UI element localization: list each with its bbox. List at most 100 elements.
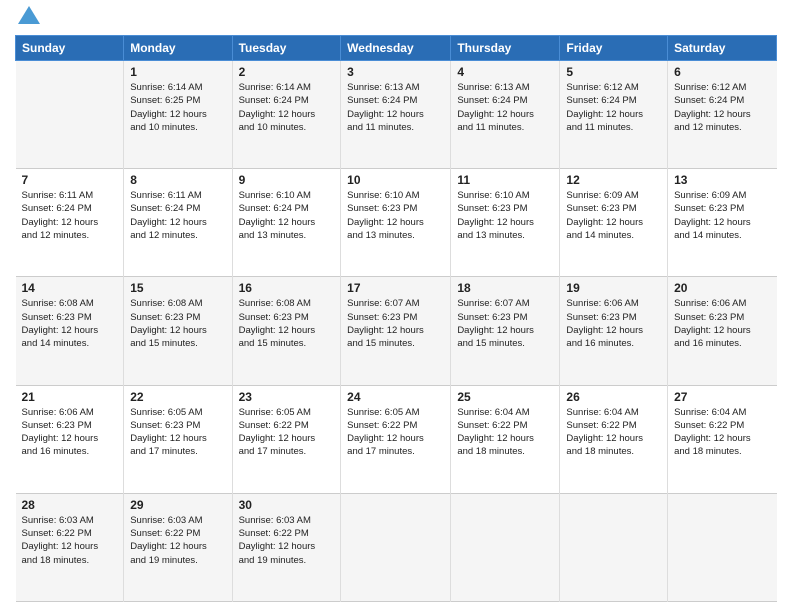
day-info: Sunrise: 6:10 AMSunset: 6:24 PMDaylight:…	[239, 189, 335, 242]
logo-icon	[18, 6, 40, 24]
day-cell: 16 Sunrise: 6:08 AMSunset: 6:23 PMDayligh…	[232, 277, 341, 385]
week-row-1: 1 Sunrise: 6:14 AMSunset: 6:25 PMDaylight…	[16, 61, 777, 169]
day-cell: 10 Sunrise: 6:10 AMSunset: 6:23 PMDayligh…	[341, 169, 451, 277]
day-info: Sunrise: 6:12 AMSunset: 6:24 PMDaylight:…	[566, 81, 661, 134]
day-cell	[560, 493, 668, 601]
day-number: 29	[130, 498, 225, 512]
day-cell: 21 Sunrise: 6:06 AMSunset: 6:23 PMDayligh…	[16, 385, 124, 493]
day-info: Sunrise: 6:05 AMSunset: 6:22 PMDaylight:…	[239, 406, 335, 459]
day-info: Sunrise: 6:06 AMSunset: 6:23 PMDaylight:…	[566, 297, 661, 350]
day-info: Sunrise: 6:04 AMSunset: 6:22 PMDaylight:…	[674, 406, 770, 459]
day-number: 30	[239, 498, 335, 512]
day-cell: 26Sunrise: 6:04 AMSunset: 6:22 PMDayligh…	[560, 385, 668, 493]
day-cell: 4 Sunrise: 6:13 AMSunset: 6:24 PMDaylight…	[451, 61, 560, 169]
day-info: Sunrise: 6:10 AMSunset: 6:23 PMDaylight:…	[457, 189, 553, 242]
day-cell: 8 Sunrise: 6:11 AMSunset: 6:24 PMDaylight…	[124, 169, 232, 277]
day-cell: 9Sunrise: 6:10 AMSunset: 6:24 PMDaylight…	[232, 169, 341, 277]
col-header-saturday: Saturday	[668, 36, 777, 61]
day-number: 7	[22, 173, 118, 187]
col-header-wednesday: Wednesday	[341, 36, 451, 61]
day-info: Sunrise: 6:06 AMSunset: 6:23 PMDaylight:…	[22, 406, 118, 459]
day-number: 2	[239, 65, 335, 79]
day-cell: 14 Sunrise: 6:08 AMSunset: 6:23 PMDayligh…	[16, 277, 124, 385]
day-info: Sunrise: 6:09 AMSunset: 6:23 PMDaylight:…	[566, 189, 661, 242]
day-number: 24	[347, 390, 444, 404]
day-info: Sunrise: 6:06 AMSunset: 6:23 PMDaylight:…	[674, 297, 770, 350]
day-cell: 22 Sunrise: 6:05 AMSunset: 6:23 PMDayligh…	[124, 385, 232, 493]
day-info: Sunrise: 6:09 AMSunset: 6:23 PMDaylight:…	[674, 189, 770, 242]
day-info: Sunrise: 6:03 AMSunset: 6:22 PMDaylight:…	[130, 514, 225, 567]
day-info: Sunrise: 6:10 AMSunset: 6:23 PMDaylight:…	[347, 189, 444, 242]
day-info: Sunrise: 6:07 AMSunset: 6:23 PMDaylight:…	[347, 297, 444, 350]
day-info: Sunrise: 6:03 AMSunset: 6:22 PMDaylight:…	[22, 514, 118, 567]
day-info: Sunrise: 6:11 AMSunset: 6:24 PMDaylight:…	[22, 189, 118, 242]
day-cell: 20 Sunrise: 6:06 AMSunset: 6:23 PMDayligh…	[668, 277, 777, 385]
day-cell: 24Sunrise: 6:05 AMSunset: 6:22 PMDayligh…	[341, 385, 451, 493]
day-number: 25	[457, 390, 553, 404]
day-number: 22	[130, 390, 225, 404]
day-info: Sunrise: 6:12 AMSunset: 6:24 PMDaylight:…	[674, 81, 770, 134]
day-number: 17	[347, 281, 444, 295]
day-cell	[16, 61, 124, 169]
day-number: 11	[457, 173, 553, 187]
day-number: 3	[347, 65, 444, 79]
day-number: 23	[239, 390, 335, 404]
logo	[15, 10, 40, 27]
day-number: 12	[566, 173, 661, 187]
week-row-3: 14 Sunrise: 6:08 AMSunset: 6:23 PMDayligh…	[16, 277, 777, 385]
day-info: Sunrise: 6:04 AMSunset: 6:22 PMDaylight:…	[457, 406, 553, 459]
day-cell: 11 Sunrise: 6:10 AMSunset: 6:23 PMDayligh…	[451, 169, 560, 277]
day-info: Sunrise: 6:03 AMSunset: 6:22 PMDaylight:…	[239, 514, 335, 567]
day-number: 1	[130, 65, 225, 79]
day-info: Sunrise: 6:14 AMSunset: 6:24 PMDaylight:…	[239, 81, 335, 134]
day-cell: 3 Sunrise: 6:13 AMSunset: 6:24 PMDaylight…	[341, 61, 451, 169]
day-cell: 2 Sunrise: 6:14 AMSunset: 6:24 PMDaylight…	[232, 61, 341, 169]
day-number: 27	[674, 390, 770, 404]
day-number: 6	[674, 65, 770, 79]
day-cell: 28 Sunrise: 6:03 AMSunset: 6:22 PMDayligh…	[16, 493, 124, 601]
col-header-sunday: Sunday	[16, 36, 124, 61]
day-number: 8	[130, 173, 225, 187]
col-header-friday: Friday	[560, 36, 668, 61]
day-cell: 19Sunrise: 6:06 AMSunset: 6:23 PMDayligh…	[560, 277, 668, 385]
day-number: 18	[457, 281, 553, 295]
week-row-2: 7 Sunrise: 6:11 AMSunset: 6:24 PMDaylight…	[16, 169, 777, 277]
col-header-monday: Monday	[124, 36, 232, 61]
day-info: Sunrise: 6:13 AMSunset: 6:24 PMDaylight:…	[457, 81, 553, 134]
day-cell: 25 Sunrise: 6:04 AMSunset: 6:22 PMDayligh…	[451, 385, 560, 493]
day-info: Sunrise: 6:11 AMSunset: 6:24 PMDaylight:…	[130, 189, 225, 242]
day-cell: 30 Sunrise: 6:03 AMSunset: 6:22 PMDayligh…	[232, 493, 341, 601]
day-cell: 12 Sunrise: 6:09 AMSunset: 6:23 PMDayligh…	[560, 169, 668, 277]
day-cell: 6 Sunrise: 6:12 AMSunset: 6:24 PMDaylight…	[668, 61, 777, 169]
day-cell: 17 Sunrise: 6:07 AMSunset: 6:23 PMDayligh…	[341, 277, 451, 385]
day-number: 21	[22, 390, 118, 404]
day-number: 16	[239, 281, 335, 295]
day-info: Sunrise: 6:08 AMSunset: 6:23 PMDaylight:…	[22, 297, 118, 350]
day-number: 14	[22, 281, 118, 295]
day-info: Sunrise: 6:08 AMSunset: 6:23 PMDaylight:…	[130, 297, 225, 350]
day-number: 20	[674, 281, 770, 295]
day-cell: 29 Sunrise: 6:03 AMSunset: 6:22 PMDayligh…	[124, 493, 232, 601]
day-number: 10	[347, 173, 444, 187]
day-info: Sunrise: 6:05 AMSunset: 6:23 PMDaylight:…	[130, 406, 225, 459]
day-info: Sunrise: 6:04 AMSunset: 6:22 PMDaylight:…	[566, 406, 661, 459]
day-number: 15	[130, 281, 225, 295]
day-number: 5	[566, 65, 661, 79]
day-cell: 18Sunrise: 6:07 AMSunset: 6:23 PMDayligh…	[451, 277, 560, 385]
day-cell: 1 Sunrise: 6:14 AMSunset: 6:25 PMDaylight…	[124, 61, 232, 169]
day-cell: 5 Sunrise: 6:12 AMSunset: 6:24 PMDaylight…	[560, 61, 668, 169]
week-row-5: 28 Sunrise: 6:03 AMSunset: 6:22 PMDayligh…	[16, 493, 777, 601]
col-header-tuesday: Tuesday	[232, 36, 341, 61]
calendar-table: SundayMondayTuesdayWednesdayThursdayFrid…	[15, 35, 777, 602]
day-cell: 13Sunrise: 6:09 AMSunset: 6:23 PMDayligh…	[668, 169, 777, 277]
day-cell: 7 Sunrise: 6:11 AMSunset: 6:24 PMDaylight…	[16, 169, 124, 277]
day-cell	[341, 493, 451, 601]
day-info: Sunrise: 6:14 AMSunset: 6:25 PMDaylight:…	[130, 81, 225, 134]
day-number: 28	[22, 498, 118, 512]
day-info: Sunrise: 6:08 AMSunset: 6:23 PMDaylight:…	[239, 297, 335, 350]
day-cell	[668, 493, 777, 601]
day-info: Sunrise: 6:13 AMSunset: 6:24 PMDaylight:…	[347, 81, 444, 134]
day-cell: 27 Sunrise: 6:04 AMSunset: 6:22 PMDayligh…	[668, 385, 777, 493]
week-row-4: 21 Sunrise: 6:06 AMSunset: 6:23 PMDayligh…	[16, 385, 777, 493]
day-number: 4	[457, 65, 553, 79]
